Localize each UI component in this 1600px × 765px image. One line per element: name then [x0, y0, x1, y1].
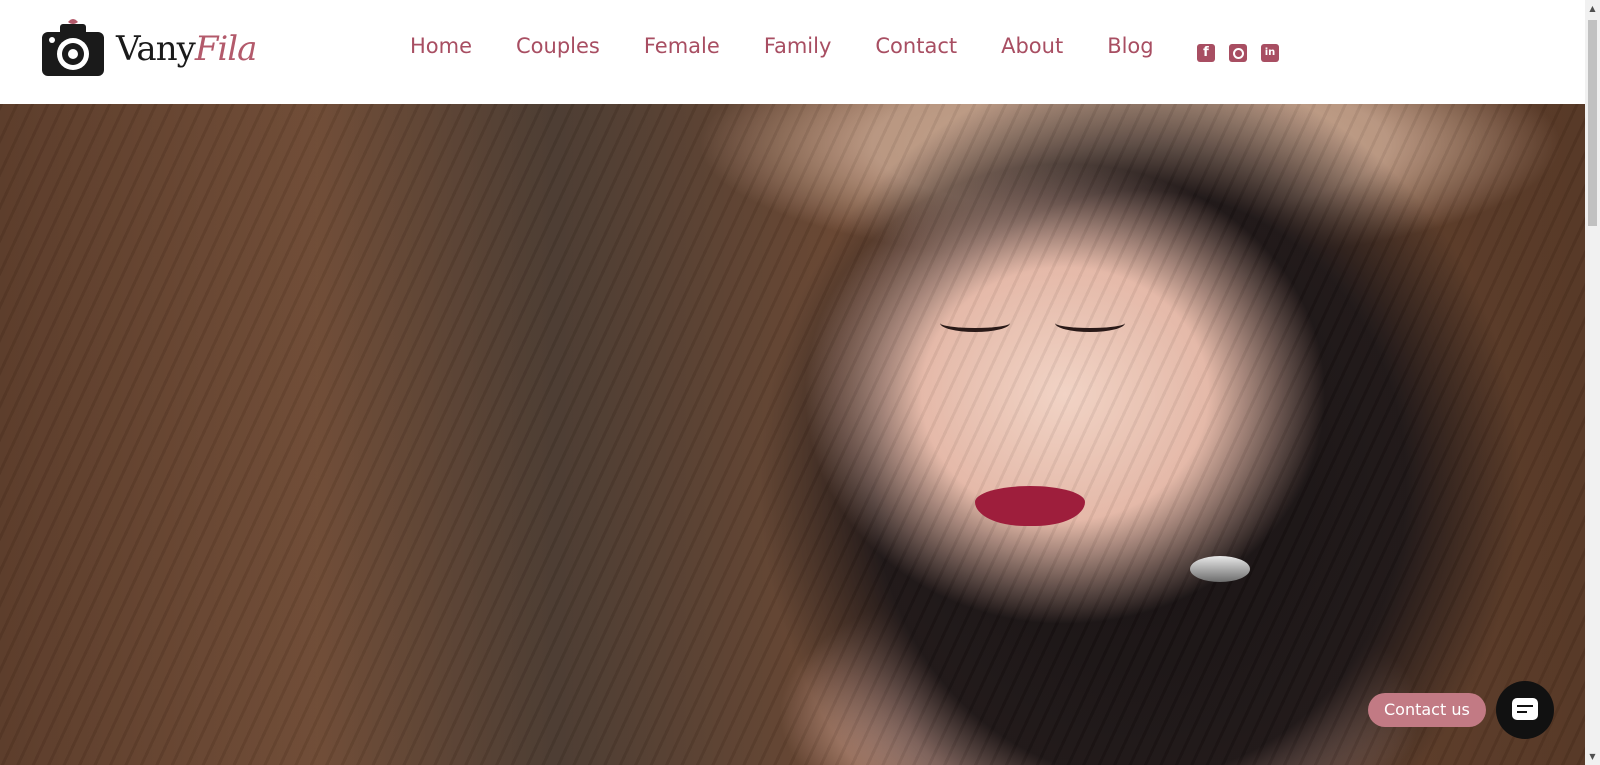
- chat-button[interactable]: [1496, 681, 1554, 739]
- portrait-ring: [1190, 556, 1250, 582]
- brand-name-first: Vany: [116, 29, 196, 69]
- brand-name-second: Fila: [194, 29, 258, 69]
- nav-item-home[interactable]: Home: [410, 34, 472, 58]
- hero-background-texture: [0, 104, 1585, 765]
- nav-item-family[interactable]: Family: [764, 34, 832, 58]
- scroll-down-arrow-icon[interactable]: ▼: [1588, 752, 1597, 761]
- scrollbar-thumb[interactable]: [1588, 20, 1597, 226]
- nav-item-female[interactable]: Female: [644, 34, 720, 58]
- portrait-eye-left: [940, 314, 1010, 332]
- chat-icon: [1512, 698, 1538, 720]
- camera-ornament-icon: [42, 19, 104, 76]
- site-logo[interactable]: VanyFila: [38, 16, 258, 82]
- brand-name: VanyFila: [116, 29, 258, 69]
- nav-item-about[interactable]: About: [1001, 34, 1063, 58]
- scroll-up-arrow-icon[interactable]: ▲: [1588, 4, 1597, 13]
- main-navigation: Home Couples Female Family Contact About…: [410, 34, 1198, 58]
- portrait-eye-right: [1055, 314, 1125, 332]
- nav-item-blog[interactable]: Blog: [1107, 34, 1153, 58]
- contact-us-label[interactable]: Contact us: [1368, 693, 1486, 727]
- hero-portrait-photo: [0, 104, 1585, 765]
- facebook-icon[interactable]: f: [1197, 44, 1215, 62]
- instagram-icon[interactable]: [1229, 44, 1247, 62]
- nav-item-contact[interactable]: Contact: [875, 34, 957, 58]
- social-links: f in: [1197, 44, 1293, 62]
- site-header: VanyFila Home Couples Female Family Cont…: [0, 0, 1585, 104]
- linkedin-icon[interactable]: in: [1261, 44, 1279, 62]
- nav-item-couples[interactable]: Couples: [516, 34, 600, 58]
